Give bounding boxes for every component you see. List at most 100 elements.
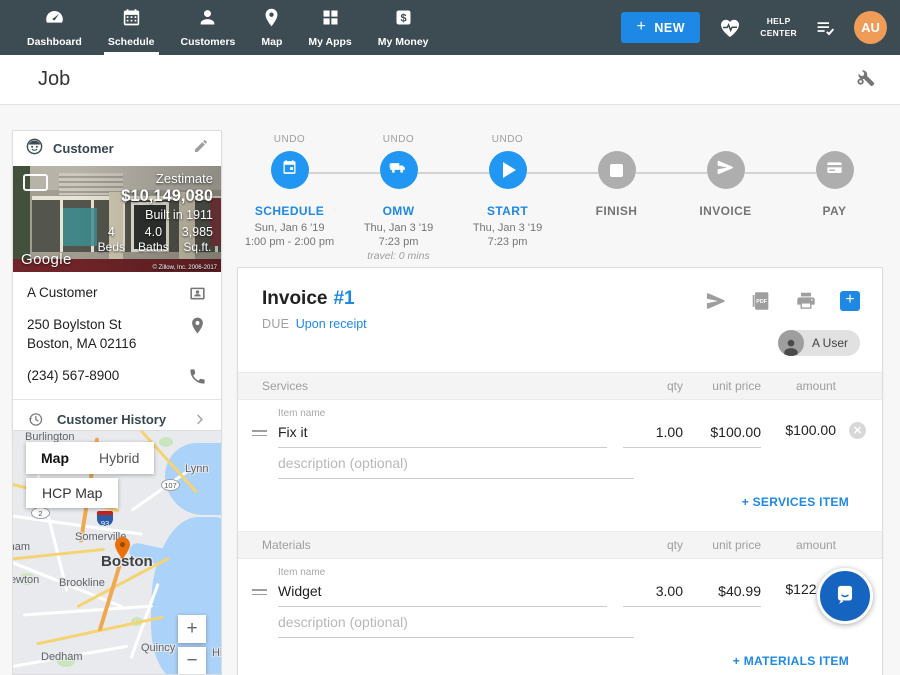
- undo-link[interactable]: UNDO: [453, 134, 562, 149]
- nav-label: Dashboard: [27, 36, 82, 48]
- job-timeline: UNDO SCHEDULE Sun, Jan 6 '19 1:00 pm - 2…: [235, 134, 889, 263]
- invoice-actions: PDF +: [705, 290, 860, 312]
- step-date: Sun, Jan 6 '19: [235, 221, 344, 235]
- property-photo[interactable]: Zestimate $10,149,080 Built in 1911 4Bed…: [13, 166, 221, 272]
- address-line1: 250 Boylston St: [27, 317, 122, 332]
- chat-button[interactable]: [817, 568, 873, 624]
- svg-text:PDF: PDF: [756, 299, 768, 305]
- interstate-shield: 93: [97, 511, 113, 526]
- qty-input[interactable]: [623, 421, 683, 448]
- heart-pulse-icon[interactable]: [717, 16, 743, 40]
- pay-step-button[interactable]: [816, 151, 854, 189]
- customer-details: A Customer 250 Boylston St Boston, MA 021…: [13, 272, 221, 440]
- zoom-in-button[interactable]: +: [178, 615, 206, 643]
- undo-link[interactable]: UNDO: [235, 134, 344, 149]
- nav-label: My Money: [378, 36, 429, 48]
- services-line-item: Item name $100.00 ✕: [238, 400, 882, 479]
- start-step-button[interactable]: [489, 151, 527, 189]
- calendar-icon: [280, 158, 299, 182]
- customer-phone-row: (234) 567-8900: [27, 367, 207, 386]
- new-button[interactable]: + NEW: [621, 12, 700, 43]
- send-icon[interactable]: [705, 290, 727, 312]
- pencil-icon[interactable]: [193, 138, 209, 159]
- drag-handle-icon[interactable]: [252, 430, 278, 448]
- finish-step-button[interactable]: [598, 151, 636, 189]
- new-button-label: NEW: [654, 21, 685, 35]
- customer-address-row: 250 Boylston St Boston, MA 02116: [27, 316, 207, 354]
- nav-item-map[interactable]: Map: [248, 0, 295, 55]
- face-icon: [25, 137, 44, 161]
- nav-label: My Apps: [308, 36, 351, 48]
- description-input[interactable]: [278, 611, 634, 638]
- assignee-name: A User: [812, 336, 848, 350]
- item-name-input[interactable]: [278, 421, 607, 448]
- customer-card-header: Customer: [13, 131, 221, 166]
- map-road: [23, 604, 153, 616]
- map-type-hybrid-button[interactable]: Hybrid: [84, 442, 154, 474]
- baths-value: 4.0: [138, 225, 169, 239]
- printer-icon[interactable]: [795, 290, 817, 312]
- invoice-due-row: DUE Upon receipt: [262, 317, 858, 331]
- map-label: Brookline: [59, 577, 105, 589]
- baths-label: Baths: [138, 240, 169, 254]
- materials-line-item: Item name $122.97: [238, 559, 882, 638]
- orange-marker-icon[interactable]: [115, 537, 130, 564]
- person-icon: [197, 7, 218, 33]
- step-date: Thu, Jan 3 '19: [344, 221, 453, 235]
- step-date: Thu, Jan 3 '19: [453, 221, 562, 235]
- address-line2: Boston, MA 02116: [27, 336, 136, 351]
- undo-link[interactable]: UNDO: [344, 134, 453, 149]
- customer-name: A Customer: [27, 284, 187, 303]
- help-center-link[interactable]: HELP CENTER: [760, 16, 797, 38]
- unit-price-input[interactable]: [683, 421, 761, 448]
- item-name-label: Item name: [278, 408, 866, 419]
- close-icon[interactable]: ✕: [849, 422, 866, 439]
- section-name: Services: [262, 379, 623, 393]
- nav-item-schedule[interactable]: Schedule: [95, 0, 168, 55]
- hcp-map-button[interactable]: HCP Map: [26, 478, 118, 508]
- assignee-chip[interactable]: A User: [778, 330, 860, 356]
- tasks-check-icon[interactable]: [814, 17, 837, 38]
- add-materials-item-link[interactable]: + MATERIALS ITEM: [733, 654, 849, 668]
- truck-icon: [389, 158, 408, 182]
- qty-header: qty: [623, 379, 683, 393]
- timeline-step-finish: FINISH: [562, 134, 671, 263]
- zestimate-overlay: Zestimate $10,149,080 Built in 1911 4Bed…: [98, 171, 213, 254]
- send-icon: [716, 158, 735, 182]
- page-header: Job: [0, 55, 900, 105]
- nav-item-my-apps[interactable]: My Apps: [295, 0, 364, 55]
- qty-input[interactable]: [623, 580, 683, 607]
- customer-phone: (234) 567-8900: [27, 367, 187, 386]
- nav-item-dashboard[interactable]: Dashboard: [14, 0, 95, 55]
- nav-item-my-money[interactable]: $ My Money: [365, 0, 442, 55]
- beds-value: 4: [98, 225, 125, 239]
- map-type-map-button[interactable]: Map: [26, 442, 84, 474]
- location-pin-icon[interactable]: [187, 316, 207, 335]
- section-name: Materials: [262, 538, 623, 552]
- phone-icon[interactable]: [187, 367, 207, 386]
- contact-card-icon[interactable]: [187, 284, 207, 303]
- drag-handle-icon[interactable]: [252, 589, 278, 607]
- omw-step-button[interactable]: [380, 151, 418, 189]
- due-value-link[interactable]: Upon receipt: [296, 317, 367, 331]
- chat-bubble-icon: [832, 581, 858, 612]
- pdf-icon[interactable]: PDF: [750, 290, 772, 312]
- add-invoice-button[interactable]: +: [840, 291, 860, 311]
- map-park: [159, 437, 173, 447]
- schedule-step-button[interactable]: [271, 151, 309, 189]
- description-input[interactable]: [278, 452, 634, 479]
- step-time: 1:00 pm - 2:00 pm: [235, 235, 344, 249]
- add-services-item-link[interactable]: + SERVICES ITEM: [742, 495, 849, 509]
- step-label: OMW: [344, 204, 453, 218]
- photo-copyright: © Zillow, Inc. 2006-2017: [153, 265, 217, 271]
- zoom-out-button[interactable]: −: [178, 647, 206, 675]
- materials-section-header: Materials qty unit price amount: [238, 531, 882, 559]
- unit-price-input[interactable]: [683, 580, 761, 607]
- item-name-input[interactable]: [278, 580, 607, 607]
- step-label: PAY: [780, 204, 889, 218]
- wrench-gear-icon[interactable]: [854, 66, 876, 93]
- nav-item-customers[interactable]: Customers: [168, 0, 249, 55]
- invoice-step-button[interactable]: [707, 151, 745, 189]
- map-label: Newton: [12, 574, 39, 586]
- user-avatar[interactable]: AU: [854, 11, 887, 44]
